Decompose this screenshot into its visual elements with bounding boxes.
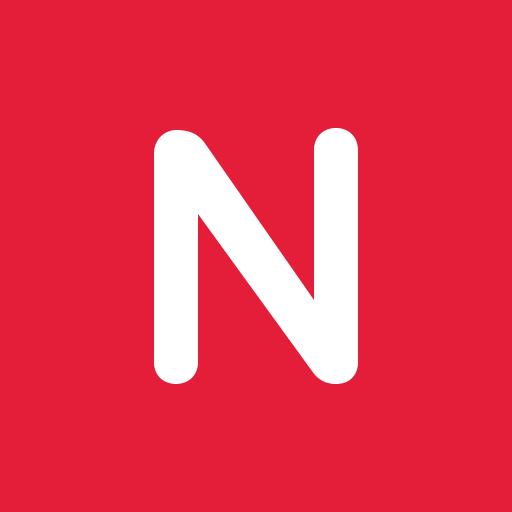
app-icon — [0, 0, 512, 512]
n-logo-icon — [0, 0, 512, 512]
